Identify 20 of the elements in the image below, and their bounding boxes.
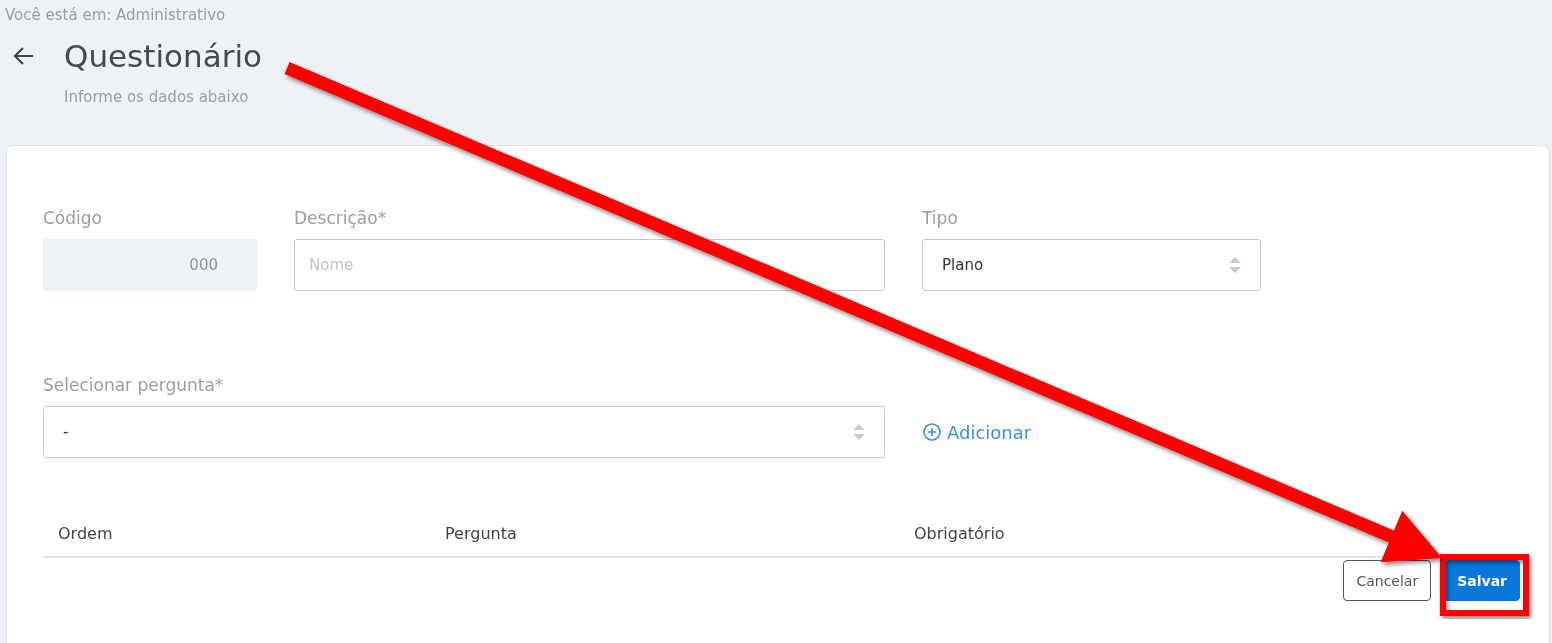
updown-icon	[852, 423, 866, 441]
page-title: Questionário	[64, 38, 262, 74]
breadcrumb: Você está em: Administrativo	[4, 5, 227, 26]
question-select[interactable]: -	[43, 406, 885, 458]
type-select[interactable]: Plano	[922, 239, 1261, 291]
field-label: Tipo	[922, 208, 959, 228]
code-field: 000	[43, 239, 257, 291]
column-header: Ordem	[58, 524, 114, 543]
field-label: Selecionar pergunta*	[43, 375, 225, 395]
save-button[interactable]: Salvar	[1444, 560, 1520, 601]
select-value: Plano	[942, 256, 984, 274]
column-header: Obrigatório	[914, 524, 1006, 543]
plus-circle-icon	[923, 423, 941, 441]
field-label: Descrição*	[294, 208, 388, 228]
page-subtitle: Informe os dados abaixo	[63, 87, 250, 106]
cancel-button[interactable]: Cancelar	[1343, 560, 1432, 601]
select-value: -	[63, 423, 69, 441]
field-label: Código	[43, 208, 103, 228]
updown-icon	[1228, 256, 1242, 274]
column-header: Pergunta	[445, 524, 518, 543]
